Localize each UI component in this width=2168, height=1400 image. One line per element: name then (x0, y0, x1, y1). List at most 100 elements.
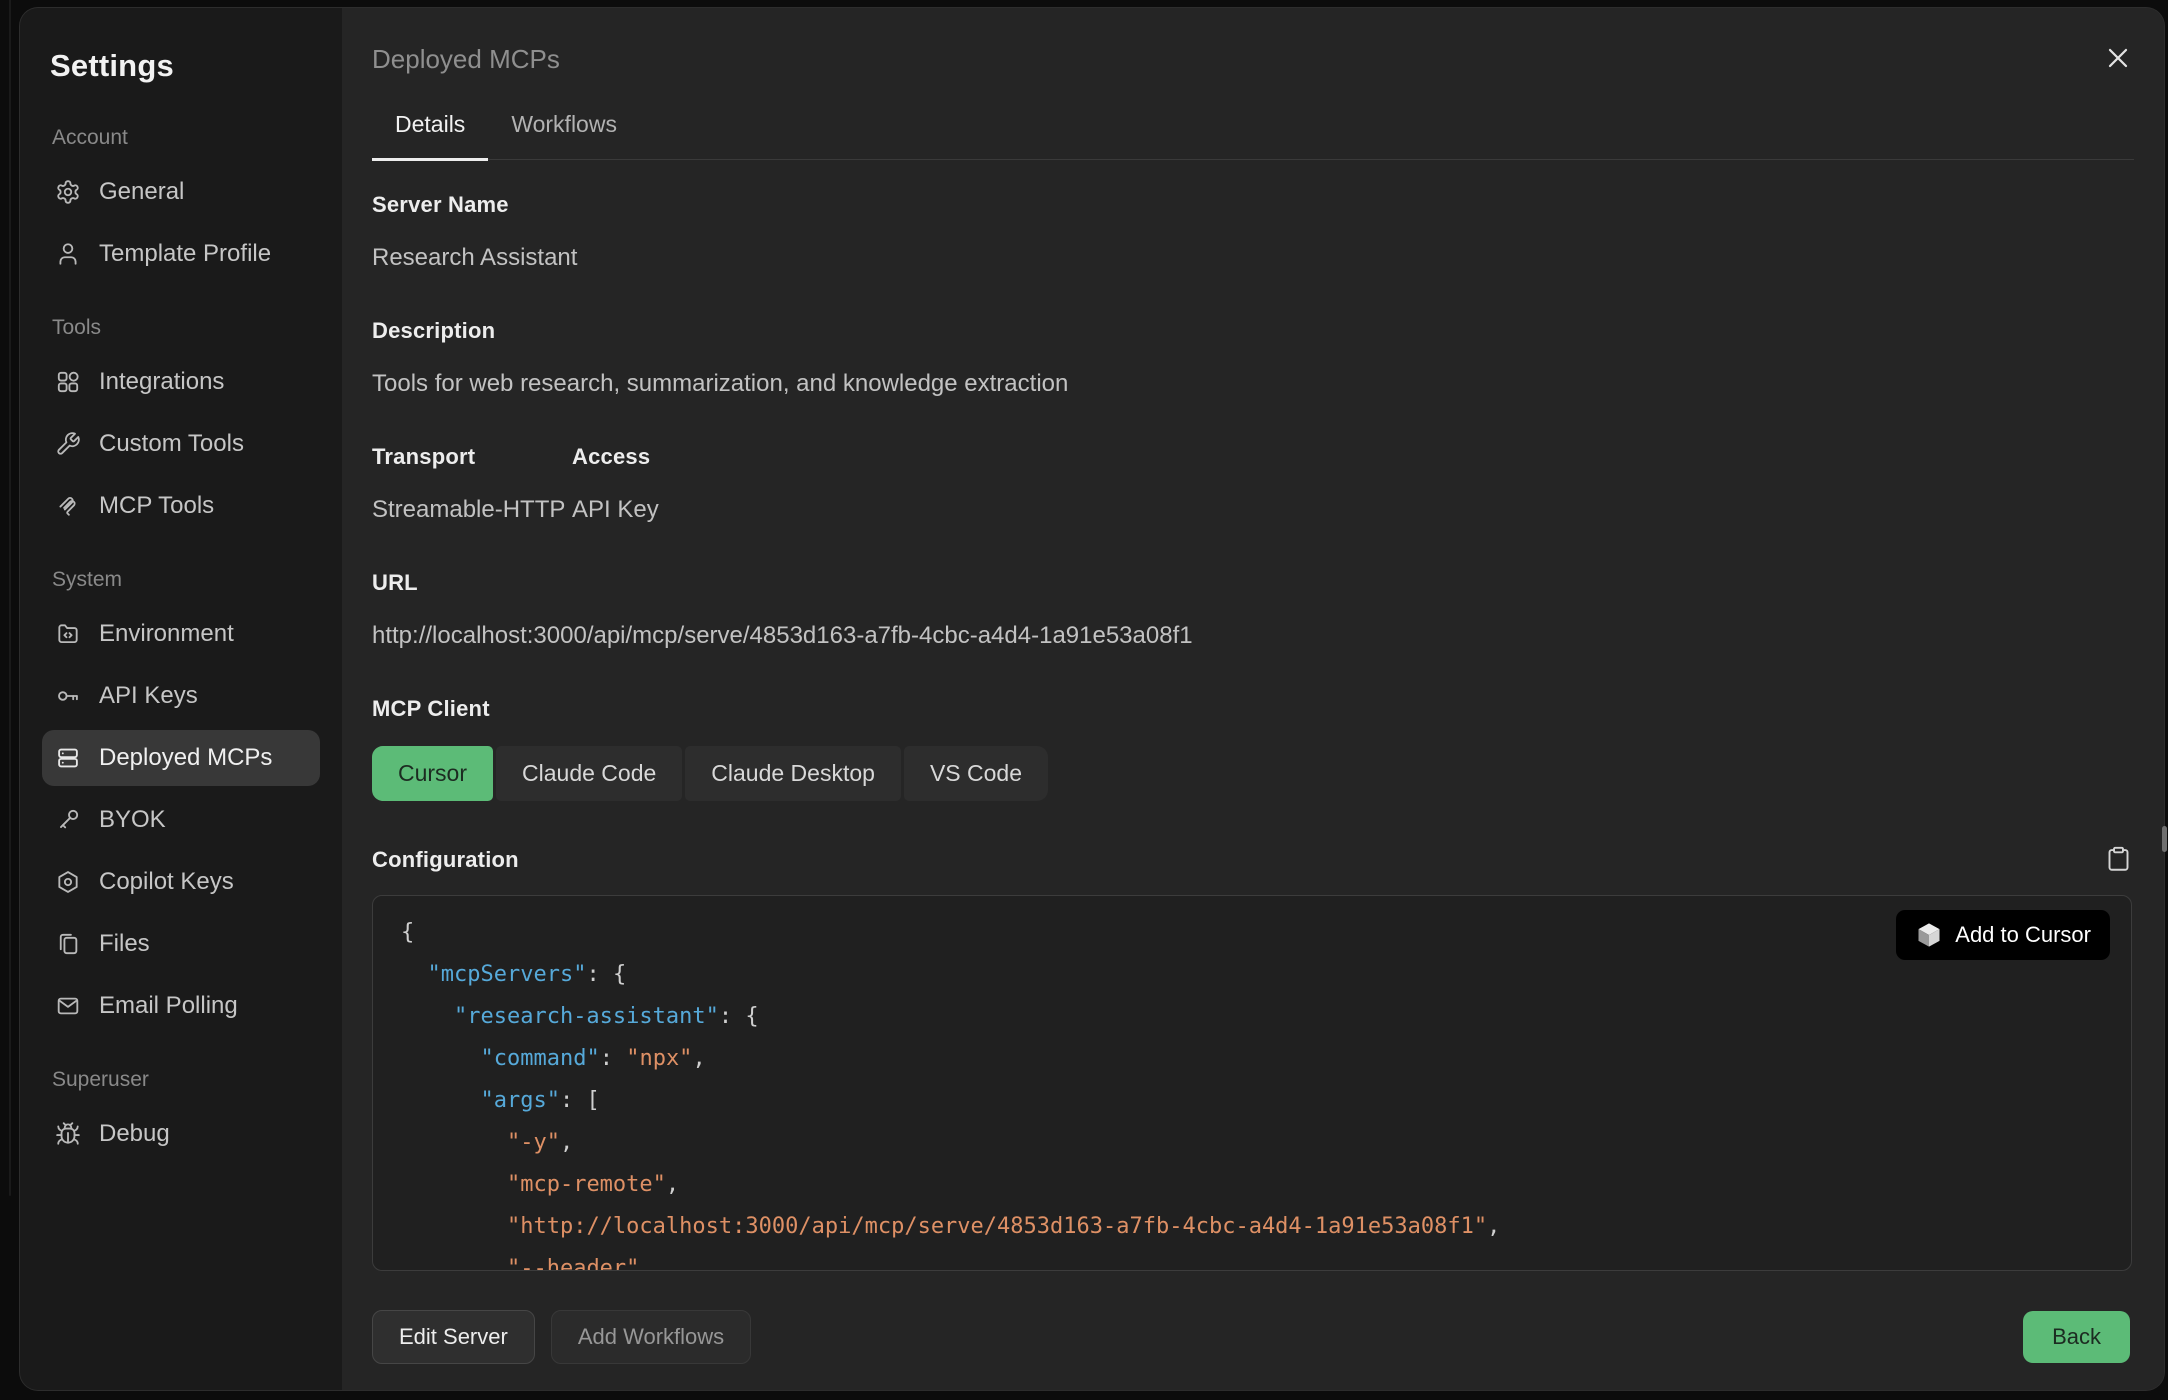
code-lines: { "mcpServers": { "research-assistant": … (401, 912, 2103, 1271)
close-icon (2102, 42, 2134, 74)
bug-icon (55, 1121, 81, 1147)
sidebar-section-label-superuser: Superuser (52, 1068, 310, 1092)
deployed-mcps-panel: Deployed MCPs DetailsWorkflows Server Na… (342, 8, 2164, 1390)
tab-bar: DetailsWorkflows (372, 105, 2134, 160)
sidebar-item-label: Debug (99, 1120, 170, 1148)
configuration-label: Configuration (372, 847, 519, 873)
sidebar-item-template-profile[interactable]: Template Profile (42, 226, 320, 282)
sidebar-item-label: General (99, 178, 184, 206)
settings-modal: Settings Account General Template Profile T… (20, 8, 2164, 1390)
sidebar-section-label-account: Account (52, 126, 310, 150)
scrollbar-thumb[interactable] (2162, 826, 2167, 852)
cursor-logo-icon (1915, 921, 1943, 949)
description-value: Tools for web research, summarization, a… (372, 370, 2132, 398)
transport-value: Streamable-HTTP (372, 496, 572, 524)
mcp-client-section: MCP Client CursorClaude CodeClaude Deskt… (372, 696, 2132, 801)
mcp-client-option-vs-code[interactable]: VS Code (904, 746, 1048, 801)
server-icon (55, 745, 81, 771)
folder-code-icon (55, 621, 81, 647)
settings-sidebar: Settings Account General Template Profile T… (20, 8, 342, 1390)
background-page-edge (9, 0, 11, 1196)
configuration-code-block[interactable]: { "mcpServers": { "research-assistant": … (372, 895, 2132, 1271)
access-value: API Key (572, 496, 659, 524)
sidebar-section-label-system: System (52, 568, 310, 592)
copy-button[interactable] (2105, 845, 2132, 875)
sidebar-item-byok[interactable]: BYOK (42, 792, 320, 848)
key-icon (55, 683, 81, 709)
sidebar-item-label: Email Polling (99, 992, 238, 1020)
code-line: "args": [ (401, 1080, 2103, 1122)
panel-header: Deployed MCPs (342, 8, 2164, 77)
wrench-icon (55, 431, 81, 457)
transport-access-row: Transport Streamable-HTTP Access API Key (372, 398, 2132, 524)
mail-icon (55, 993, 81, 1019)
code-line: "http://localhost:3000/api/mcp/serve/485… (401, 1206, 2103, 1248)
mcp-client-option-claude-code[interactable]: Claude Code (496, 746, 682, 801)
sidebar-item-integrations[interactable]: Integrations (42, 354, 320, 410)
sidebar-item-copilot-keys[interactable]: Copilot Keys (42, 854, 320, 910)
close-button[interactable] (2102, 42, 2134, 77)
sidebar-item-general[interactable]: General (42, 164, 320, 220)
mcp-client-selector: CursorClaude CodeClaude DesktopVS Code (372, 746, 2132, 801)
sidebar-item-environment[interactable]: Environment (42, 606, 320, 662)
sidebar-item-label: API Keys (99, 682, 198, 710)
add-workflows-button[interactable]: Add Workflows (551, 1310, 751, 1364)
add-to-cursor-button[interactable]: Add to Cursor (1896, 910, 2110, 960)
edit-server-button[interactable]: Edit Server (372, 1310, 535, 1364)
transport-field: Transport Streamable-HTTP (372, 444, 572, 524)
user-icon (55, 241, 81, 267)
code-line: "mcpServers": { (401, 954, 2103, 996)
sidebar-item-label: Environment (99, 620, 234, 648)
sidebar-item-custom-tools[interactable]: Custom Tools (42, 416, 320, 472)
back-button[interactable]: Back (2023, 1311, 2130, 1363)
code-line: "mcp-remote", (401, 1164, 2103, 1206)
tab-workflows[interactable]: Workflows (488, 105, 640, 161)
configuration-header-row: Configuration (372, 845, 2132, 875)
sidebar-item-debug[interactable]: Debug (42, 1106, 320, 1162)
sidebar-item-deployed-mcps[interactable]: Deployed MCPs (42, 730, 320, 786)
add-to-cursor-label: Add to Cursor (1955, 922, 2091, 948)
panel-footer: Edit Server Add Workflows Back (342, 1284, 2164, 1390)
sidebar-item-label: BYOK (99, 806, 166, 834)
server-name-field: Server Name Research Assistant (372, 192, 2132, 272)
code-line: { (401, 912, 2103, 954)
blocks-icon (55, 369, 81, 395)
sidebar-item-label: Integrations (99, 368, 224, 396)
mcp-client-option-claude-desktop[interactable]: Claude Desktop (685, 746, 901, 801)
url-value: http://localhost:3000/api/mcp/serve/4853… (372, 622, 2132, 650)
panel-title: Deployed MCPs (372, 44, 560, 75)
sidebar-item-label: Template Profile (99, 240, 271, 268)
code-line: "research-assistant": { (401, 996, 2103, 1038)
details-content: Server Name Research Assistant Descripti… (342, 160, 2164, 1284)
gear-icon (55, 179, 81, 205)
mcp-icon (55, 493, 81, 519)
url-label: URL (372, 570, 2132, 596)
code-line: "command": "npx", (401, 1038, 2103, 1080)
sidebar-item-label: Files (99, 930, 150, 958)
sidebar-item-mcp-tools[interactable]: MCP Tools (42, 478, 320, 534)
sidebar-item-label: Copilot Keys (99, 868, 234, 896)
access-field: Access API Key (572, 444, 659, 524)
settings-title: Settings (50, 48, 312, 84)
description-label: Description (372, 318, 2132, 344)
sidebar-nav: Account General Template Profile Tools Integ… (42, 126, 320, 1162)
mcp-client-option-cursor[interactable]: Cursor (372, 746, 493, 801)
mcp-client-label: MCP Client (372, 696, 2132, 722)
code-line: "--header" (401, 1248, 2103, 1271)
sidebar-item-label: Deployed MCPs (99, 744, 272, 772)
description-field: Description Tools for web research, summ… (372, 318, 2132, 398)
key-diagonal-icon (55, 807, 81, 833)
transport-label: Transport (372, 444, 572, 470)
files-icon (55, 931, 81, 957)
code-line: "-y", (401, 1122, 2103, 1164)
sidebar-item-email-polling[interactable]: Email Polling (42, 978, 320, 1034)
sidebar-section-label-tools: Tools (52, 316, 310, 340)
sidebar-item-api-keys[interactable]: API Keys (42, 668, 320, 724)
server-name-label: Server Name (372, 192, 2132, 218)
clipboard-icon (2105, 845, 2132, 872)
sidebar-item-files[interactable]: Files (42, 916, 320, 972)
server-name-value: Research Assistant (372, 244, 2132, 272)
tab-details[interactable]: Details (372, 105, 488, 161)
sidebar-item-label: MCP Tools (99, 492, 214, 520)
hexagon-icon (55, 869, 81, 895)
